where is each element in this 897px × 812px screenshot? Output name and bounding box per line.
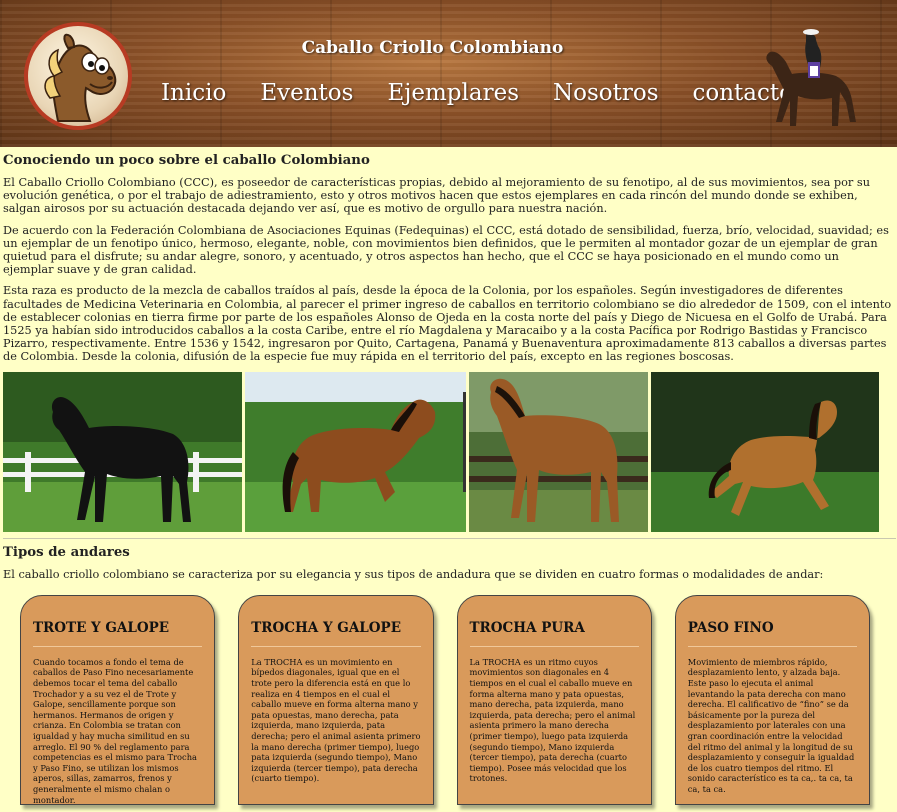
section-divider — [3, 537, 896, 539]
intro-paragraph: De acuerdo con la Federación Colombiana … — [3, 223, 889, 277]
card-text: La TROCHA es un movimiento en bípedos di… — [251, 656, 421, 784]
card-text: Cuando tocamos a fondo el tema de caball… — [33, 656, 197, 805]
site-title: Caballo Criollo Colombiano — [301, 38, 564, 58]
gait-card-trocha-pura: TROCHA PURA La TROCHA es un ritmo cuyos … — [456, 594, 652, 805]
nav-link-ejemplares[interactable]: Ejemplares — [387, 80, 519, 106]
intro-heading: Conociendo un poco sobre el caballo Colo… — [3, 153, 370, 168]
site-header: Caballo Criollo Colombiano Inicio Evento… — [0, 0, 897, 147]
gait-cards: TROTE Y GALOPE Cuando tocamos a fondo el… — [3, 594, 893, 805]
gallery-photo-black-horse — [3, 371, 242, 532]
gallery-photo-bay-horse — [245, 371, 466, 532]
gallery-photo-fence-horse — [469, 371, 648, 532]
nav-link-eventos[interactable]: Eventos — [260, 80, 353, 106]
main-content: Conociendo un poco sobre el caballo Colo… — [0, 153, 896, 805]
card-divider — [251, 645, 421, 647]
gait-card-trote-galope: TROTE Y GALOPE Cuando tocamos a fondo el… — [20, 594, 216, 805]
card-text: La TROCHA es un ritmo cuyos movimientos … — [469, 656, 636, 784]
gait-card-trocha-galope: TROCHA Y GALOPE La TROCHA es un movimien… — [238, 594, 434, 805]
nav-link-inicio[interactable]: Inicio — [161, 80, 226, 106]
card-title: TROTE Y GALOPE — [33, 619, 170, 636]
horse-gallery — [3, 371, 896, 532]
andares-intro: El caballo criollo colombiano se caracte… — [3, 567, 824, 581]
andares-heading: Tipos de andares — [3, 544, 130, 560]
card-divider — [687, 645, 857, 647]
card-title: PASO FINO — [687, 619, 774, 636]
horse-rider-image — [766, 29, 856, 126]
gallery-photo-gaited-horse — [651, 371, 879, 532]
card-text: Movimiento de miembros rápido, desplazam… — [687, 656, 855, 794]
card-title: TROCHA Y GALOPE — [251, 619, 401, 636]
card-title: TROCHA PURA — [469, 619, 585, 636]
nav-link-nosotros[interactable]: Nosotros — [553, 80, 659, 106]
gait-card-paso-fino: PASO FINO Movimiento de miembros rápido,… — [674, 594, 870, 805]
intro-paragraph: Esta raza es producto de la mezcla de ca… — [3, 284, 892, 364]
intro-paragraph: El Caballo Criollo Colombiano (CCC), es … — [3, 176, 870, 216]
card-divider — [469, 645, 639, 647]
card-divider — [33, 645, 203, 647]
main-nav: Inicio Eventos Ejemplares Nosotros conta… — [161, 80, 827, 106]
